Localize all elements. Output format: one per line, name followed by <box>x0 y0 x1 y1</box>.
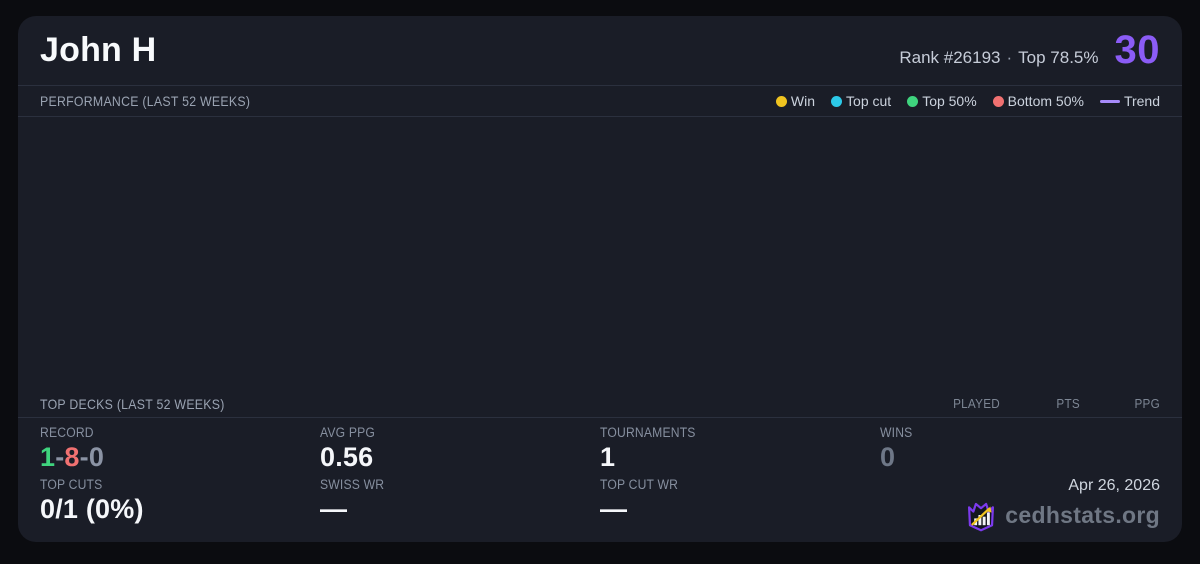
stat-top-cuts: TOP CUTS 0/1 (0%) <box>40 477 320 532</box>
stat-label: SWISS WR <box>320 477 385 492</box>
performance-section-title: PERFORMANCE (LAST 52 WEEKS) <box>40 93 251 109</box>
avg-ppg-value: 0.56 <box>320 442 374 473</box>
top-cut-dot-icon <box>831 95 843 107</box>
site-branding-row[interactable]: cedhstats.org <box>964 498 1160 532</box>
swiss-wr-value: — <box>320 494 348 524</box>
footer-branding: Apr 26, 2026 cedhstats.org <box>880 477 1160 532</box>
top-cuts-value: 0/1 (0%) <box>40 494 144 524</box>
legend-label: Top cut <box>846 93 892 109</box>
win-dot-icon <box>775 95 787 107</box>
page-title: John H <box>40 31 157 69</box>
stat-record: RECORD 1-8-0 <box>40 425 320 473</box>
legend-item-top-cut: Top cut <box>831 93 891 109</box>
stat-label: TOURNAMENTS <box>600 425 696 441</box>
stat-label: TOP CUT WR <box>600 477 679 492</box>
stat-wins: WINS 0 <box>880 425 1160 473</box>
stat-label: TOP CUTS <box>40 477 103 492</box>
legend-label: Trend <box>1123 93 1160 109</box>
column-header-played: PLAYED <box>953 396 1000 412</box>
chart-legend: Win Top cut Top 50% Bottom 50% Trend <box>775 93 1160 109</box>
player-stats-card: John H Rank #26193 · Top 78.5% 30 PERFORMA… <box>18 16 1182 542</box>
tournaments-value: 1 <box>600 442 616 473</box>
column-header-ppg: PPG <box>1134 396 1160 412</box>
legend-item-trend: Trend <box>1099 93 1160 109</box>
score-value: 30 <box>1114 28 1160 72</box>
column-header-pts: PTS <box>1056 396 1080 412</box>
rank-separator: · <box>1006 48 1013 67</box>
card-date: Apr 26, 2026 <box>1068 477 1160 494</box>
record-wins: 1 <box>40 442 56 473</box>
legend-item-top-50: Top 50% <box>907 93 977 109</box>
performance-header-row: PERFORMANCE (LAST 52 WEEKS) Win Top cut … <box>18 86 1182 117</box>
top-decks-header-row: TOP DECKS (LAST 52 WEEKS) PLAYED PTS PPG <box>18 390 1182 419</box>
legend-item-bottom-50: Bottom 50% <box>992 93 1084 109</box>
legend-label: Bottom 50% <box>1007 93 1084 109</box>
bottom-50-dot-icon <box>992 95 1004 107</box>
site-name-link[interactable]: cedhstats.org <box>1005 502 1160 529</box>
cedhstats-logo-icon <box>968 502 995 532</box>
wins-value: 0 <box>880 442 896 473</box>
stat-tournaments: TOURNAMENTS 1 <box>600 425 880 473</box>
card-header: John H Rank #26193 · Top 78.5% 30 <box>18 16 1182 86</box>
stats-grid: RECORD 1-8-0 AVG PPG 0.56 TOURNAMENTS 1 … <box>18 418 1182 542</box>
top-50-dot-icon <box>907 95 919 107</box>
performance-chart-area <box>18 117 1182 390</box>
stat-swiss-wr: SWISS WR — <box>320 477 600 532</box>
rank-text: Rank #26193 <box>899 48 1001 67</box>
stat-top-cut-wr: TOP CUT WR — <box>600 477 880 532</box>
top-decks-section-title: TOP DECKS (LAST 52 WEEKS) <box>40 395 225 412</box>
header-rank-area: Rank #26193 · Top 78.5% 30 <box>899 28 1160 73</box>
trend-line-icon <box>1099 99 1120 103</box>
legend-label: Win <box>790 93 816 109</box>
record-separator: - <box>79 442 89 473</box>
record-value: 1-8-0 <box>40 442 320 473</box>
legend-label: Top 50% <box>922 93 977 109</box>
top-decks-columns: PLAYED PTS PPG <box>920 396 1160 411</box>
stat-label: AVG PPG <box>320 425 376 441</box>
top-cut-wr-value: — <box>600 494 628 524</box>
rank-line: Rank #26193 · Top 78.5% <box>899 48 1098 68</box>
stat-label: WINS <box>880 425 913 441</box>
stat-avg-ppg: AVG PPG 0.56 <box>320 425 600 473</box>
legend-item-win: Win <box>775 93 816 109</box>
record-losses: 8 <box>64 442 80 473</box>
record-draws: 0 <box>88 442 105 473</box>
stat-label: RECORD <box>40 425 94 441</box>
top-percent-text: Top 78.5% <box>1018 48 1099 67</box>
